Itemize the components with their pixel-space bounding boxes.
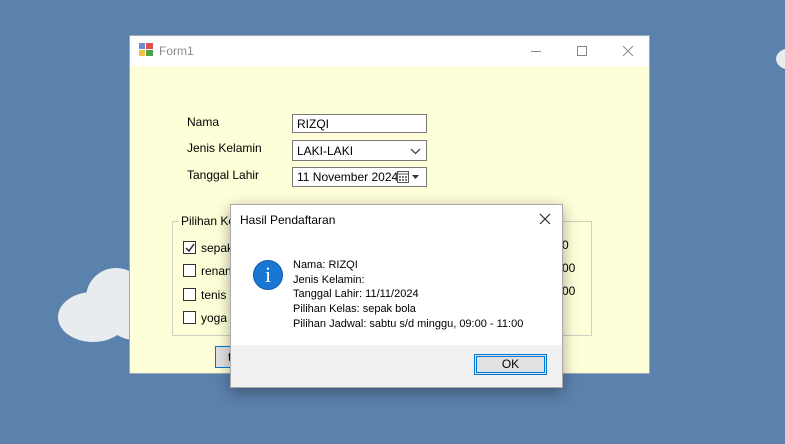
checkbox-box[interactable] <box>183 288 196 301</box>
checkbox-label: yoga <box>201 311 228 325</box>
dialog-close-button[interactable] <box>528 205 562 235</box>
nama-label: Nama <box>187 115 220 129</box>
message-dialog: Hasil Pendaftaran i Nama: RIZQI Jenis Ke… <box>230 204 563 388</box>
minimize-button[interactable] <box>513 36 559 66</box>
information-icon: i <box>253 260 283 290</box>
tanggal-lahir-label: Tanggal Lahir <box>187 168 260 182</box>
message-line: Pilihan Kelas: sepak bola <box>293 303 416 316</box>
maximize-icon <box>577 46 587 56</box>
tanggal-lahir-value: 11 November 2024 <box>297 170 399 184</box>
app-icon <box>139 43 153 56</box>
jenis-kelamin-value: LAKI-LAKI <box>297 144 354 158</box>
message-line: Jenis Kelamin: <box>293 273 365 286</box>
chevron-down-icon <box>410 148 421 155</box>
form-title: Form1 <box>159 44 194 58</box>
tanggal-lahir-datepicker[interactable]: 11 November 2024 <box>292 167 427 187</box>
minimize-icon <box>531 51 541 52</box>
nama-input[interactable]: RIZQI <box>292 114 427 133</box>
jenis-kelamin-label: Jenis Kelamin <box>187 141 262 155</box>
checkbox-label: sepak <box>201 241 234 255</box>
jenis-kelamin-select[interactable]: LAKI-LAKI <box>292 140 427 161</box>
schedule-time-text: 00 <box>562 284 576 298</box>
schedule-time-text: 00 <box>562 261 576 275</box>
message-line: Pilihan Jadwal: sabtu s/d minggu, 09:00 … <box>293 317 524 330</box>
form-titlebar: Form1 <box>130 36 649 66</box>
dialog-message: Nama: RIZQI Jenis Kelamin: Tanggal Lahir… <box>293 258 523 332</box>
dialog-footer: OK <box>231 345 562 387</box>
checkbox-box[interactable] <box>183 241 196 254</box>
message-line: Nama: RIZQI <box>293 259 358 271</box>
checkbox-box[interactable] <box>183 311 196 324</box>
close-icon <box>622 45 634 57</box>
dialog-title: Hasil Pendaftaran <box>240 213 336 227</box>
checkbox-label: tenis <box>201 288 227 302</box>
checkmark-icon <box>185 243 195 253</box>
schedule-time-text: 0 <box>562 238 569 252</box>
ok-button[interactable]: OK <box>474 354 547 375</box>
maximize-button[interactable] <box>559 36 605 66</box>
checkbox-box[interactable] <box>183 264 196 277</box>
calendar-dropdown-icon[interactable] <box>397 171 421 183</box>
close-icon <box>539 213 551 225</box>
message-line: Tanggal Lahir: 11/11/2024 <box>293 288 419 301</box>
close-button[interactable] <box>605 36 651 66</box>
